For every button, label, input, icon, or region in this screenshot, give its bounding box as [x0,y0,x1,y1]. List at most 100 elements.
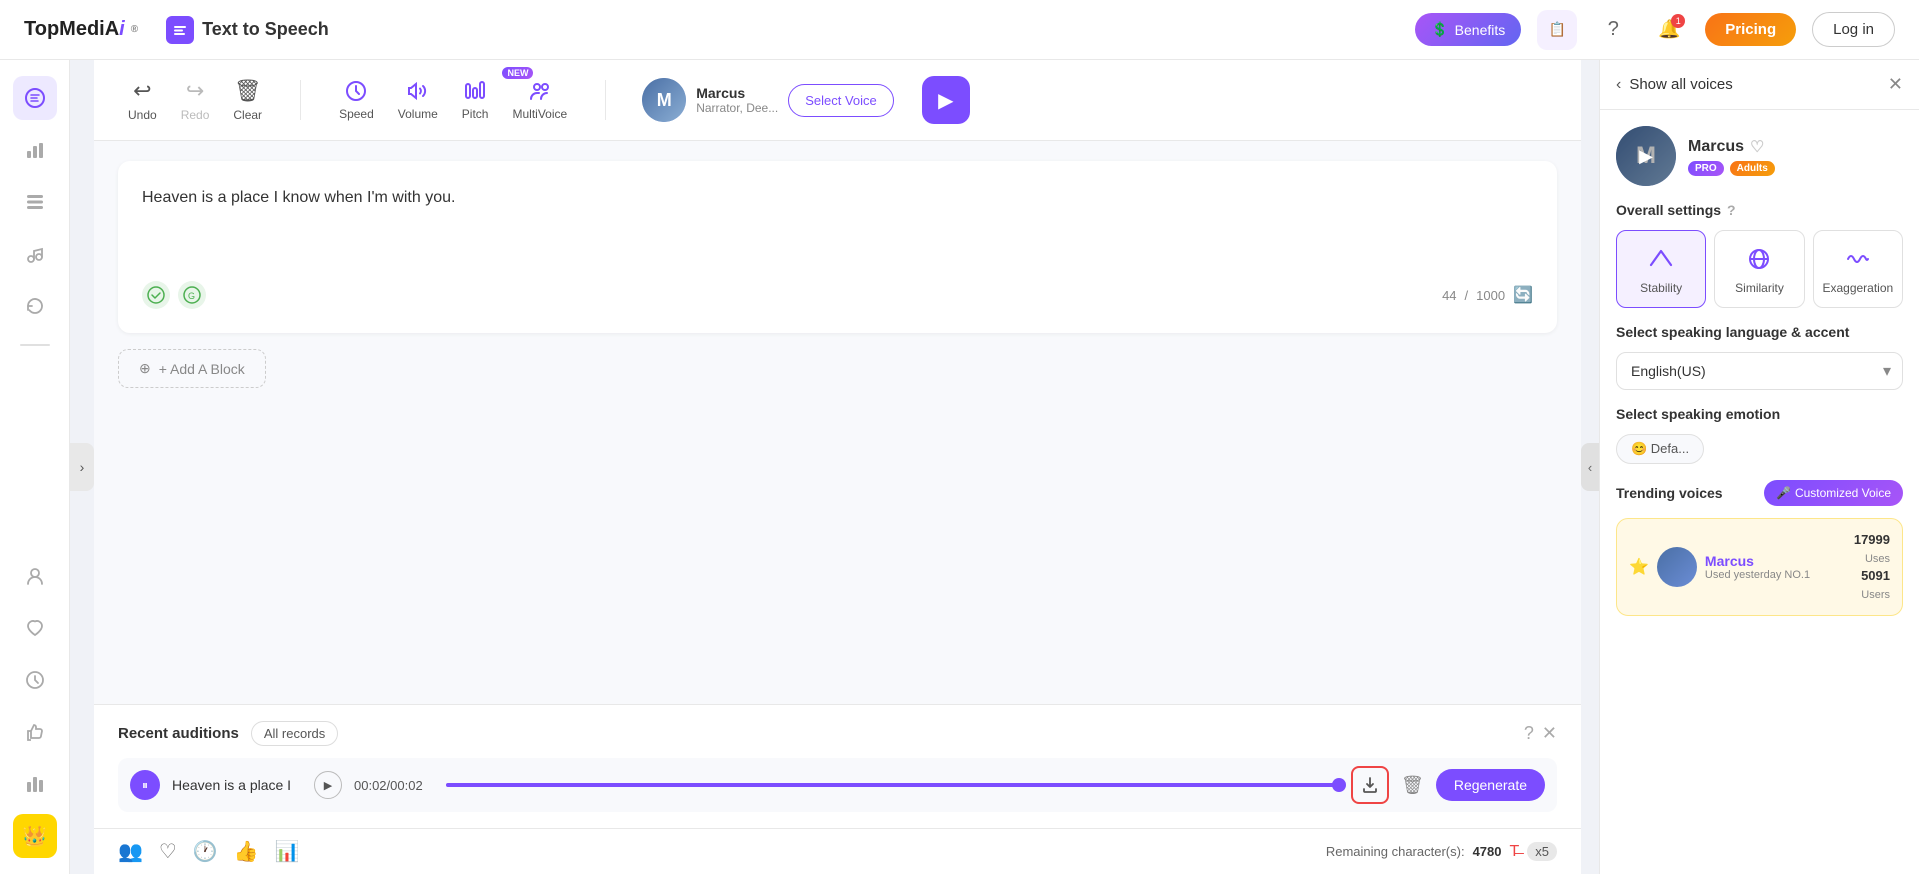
emotion-chip[interactable]: 😊 Defa... [1616,434,1704,464]
spellcheck-icon[interactable]: G [178,281,206,309]
refresh-icon[interactable]: 🔄 [1513,285,1533,305]
undo-button[interactable]: ↩ Undo [118,72,167,128]
notes-button[interactable]: 📋 [1537,10,1577,50]
customized-voice-button[interactable]: 🎤 Customized Voice [1764,480,1903,506]
left-sidebar: 👑 [0,60,70,874]
sidebar-item-music[interactable] [13,232,57,276]
sidebar-crown-button[interactable]: 👑 [13,814,57,858]
app-title-text: Text to Speech [202,19,329,40]
text-content[interactable]: Heaven is a place I know when I'm with y… [142,185,1533,265]
login-button[interactable]: Log in [1812,12,1895,47]
trending-title: Trending voices [1616,485,1723,501]
clear-icon: 🗑 [234,78,262,104]
exaggeration-card[interactable]: Exaggeration [1813,230,1903,308]
similarity-card[interactable]: Similarity [1714,230,1804,308]
regenerate-button[interactable]: Regenerate [1436,769,1545,801]
char-current: 44 [1442,288,1456,303]
panel-back-label[interactable]: Show all voices [1629,76,1880,93]
clear-label: Clear [233,108,262,122]
recent-header: Recent auditions All records ? ✕ [118,721,1557,746]
emotion-value: 😊 Defa... [1631,441,1689,457]
trending-users-label: Users [1854,585,1890,603]
add-block-button[interactable]: ⊕ + Add A Block [118,349,266,388]
play-icon: ▶ [938,88,953,113]
center-content: ↩ Undo ↪ Redo 🗑 Clear Speed [94,60,1581,874]
play-button[interactable]: ▶ [922,76,970,124]
help-button[interactable]: ? [1593,10,1633,50]
sidebar-collapse-button[interactable]: › [70,443,94,491]
voice-card-name-text: Marcus [1688,138,1744,156]
select-voice-button[interactable]: Select Voice [788,84,894,117]
sidebar-item-clock[interactable] [13,658,57,702]
download-button[interactable] [1351,766,1389,804]
notes-icon: 📋 [1549,21,1566,38]
trending-avatar [1657,547,1697,587]
clear-button[interactable]: 🗑 Clear [223,72,272,128]
bell-button[interactable]: 🔔 1 [1649,10,1689,50]
status-icons: 👥 ♡ 🕐 👍 📊 [118,839,300,864]
sidebar-item-leaderboard[interactable] [13,762,57,806]
trending-stats: 17999 Uses 5091 Users [1854,531,1890,603]
sidebar-item-charts[interactable] [13,128,57,172]
language-select[interactable]: English(US) English(UK) English(AU) [1616,352,1903,390]
panel-header: ‹ Show all voices ✕ [1600,60,1919,110]
recent-help-icon[interactable]: ? [1524,723,1534,744]
pitch-icon [463,79,487,103]
benefits-button[interactable]: 💲 Benefits [1415,13,1521,46]
heart-icon[interactable]: ♡ [1750,137,1764,157]
toolbar-audio-group: Speed Volume Pitch NEW MultiVoice [329,73,577,127]
all-records-button[interactable]: All records [251,721,338,746]
pitch-button[interactable]: Pitch [452,73,499,127]
sidebar-item-library[interactable] [13,180,57,224]
sidebar-item-heart[interactable] [13,606,57,650]
help-icon: ? [1608,18,1619,41]
sidebar-item-tts[interactable] [13,76,57,120]
dollar-icon: 💲 [1431,21,1448,38]
status-bar: 👥 ♡ 🕐 👍 📊 Remaining character(s): 4780 T… [94,828,1581,874]
right-panel: ‹ Show all voices ✕ M ▶ Marcus ♡ PRO [1599,60,1919,874]
delete-button[interactable]: 🗑 [1401,775,1424,796]
brand-name: TopMediAi [24,18,125,41]
voice-card-play-button[interactable]: ▶ [1616,126,1676,186]
add-block-label: + Add A Block [159,361,245,377]
favorites-icon[interactable]: ♡ [159,839,177,864]
right-collapse-button[interactable]: ‹ [1581,443,1599,491]
char-count: 44 / 1000 🔄 [1442,285,1533,305]
multivoice-button[interactable]: MultiVoice [502,73,577,127]
history-icon[interactable]: 🕐 [193,839,218,864]
sidebar-item-thumbs[interactable] [13,710,57,754]
audio-play2-button[interactable]: ▶ [314,771,342,799]
stability-card[interactable]: Stability [1616,230,1706,308]
overall-settings-label: Overall settings [1616,202,1721,218]
recent-title: Recent auditions [118,725,239,742]
trending-section: Trending voices 🎤 Customized Voice ⭐ Mar… [1616,480,1903,616]
grammarly-icon[interactable] [142,281,170,309]
lang-icon: T̶ [1509,843,1519,861]
svg-text:G: G [188,291,195,301]
benefits-label: Benefits [1455,22,1506,38]
redo-button[interactable]: ↪ Redo [171,72,220,128]
panel-close-button[interactable]: ✕ [1888,74,1903,95]
redo-label: Redo [181,108,210,122]
like-icon[interactable]: 👍 [234,839,259,864]
stats-icon[interactable]: 📊 [275,839,300,864]
sidebar-item-refresh[interactable] [13,284,57,328]
voice-avatar: M [642,78,686,122]
bell-badge: 1 [1671,14,1685,28]
trending-users-count: 5091 [1854,567,1890,585]
volume-button[interactable]: Volume [388,73,448,127]
emotion-section-title: Select speaking emotion [1616,406,1903,422]
audio-progress-thumb [1332,778,1346,792]
voice-card-info: Marcus ♡ PRO Adults [1688,137,1775,176]
recent-close-icon[interactable]: ✕ [1542,723,1557,744]
language-label: Select speaking language & accent [1616,324,1849,340]
pricing-button[interactable]: Pricing [1705,13,1796,46]
sidebar-item-people[interactable] [13,554,57,598]
trending-card-left: ⭐ Marcus Used yesterday NO.1 [1629,547,1844,587]
share-icon[interactable]: 👥 [118,839,143,864]
trending-voice-name[interactable]: Marcus [1705,553,1844,569]
overall-settings-help[interactable]: ? [1727,202,1736,218]
audio-progress-bar[interactable] [446,783,1339,787]
speed-button[interactable]: Speed [329,73,384,127]
audio-pause-button[interactable]: ⏸ [130,770,160,800]
